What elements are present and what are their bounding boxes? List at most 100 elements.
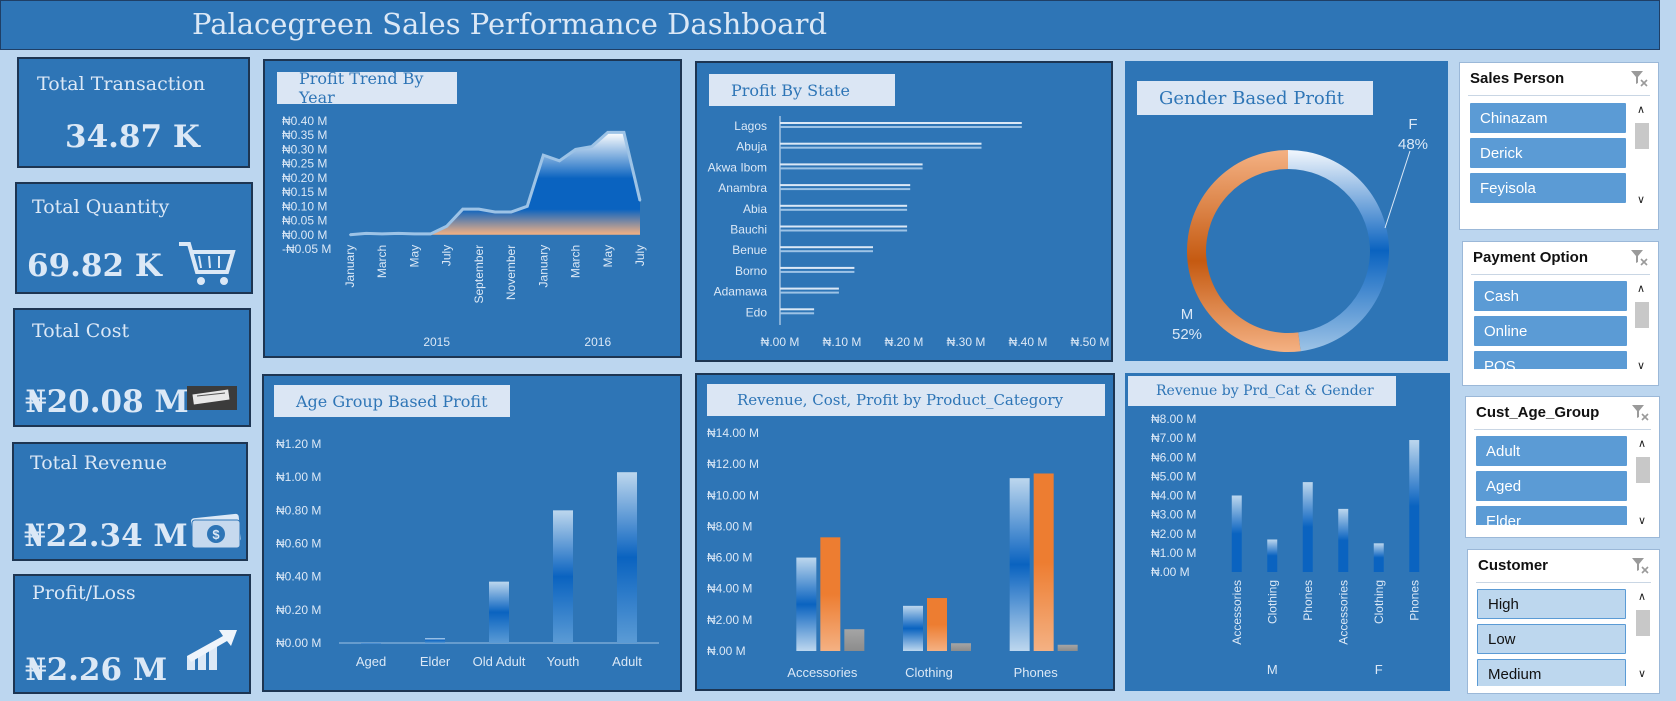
clear-filter-icon[interactable] — [1631, 403, 1649, 421]
slice-percent-label: 52% — [1172, 326, 1202, 343]
y-tick-label: ₦4.00 M — [707, 582, 752, 596]
slicer-item-feyisola[interactable]: Feyisola — [1470, 173, 1626, 203]
x-tick-label: July — [633, 245, 647, 266]
data-point — [381, 232, 384, 235]
y-tick-label: ₦0.20 M — [276, 603, 321, 617]
data-point — [397, 232, 400, 235]
slicer-sales: Sales PersonChinazamDerickFeyisolaK∧ ∨ — [1459, 62, 1659, 230]
category-label: Borno — [735, 264, 767, 278]
slicer-scrollbar[interactable]: ∧ ∨ — [1632, 101, 1652, 209]
bar — [780, 142, 982, 145]
y-tick-label: ₦7.00 M — [1151, 431, 1196, 445]
category-label: Anambra — [718, 181, 767, 195]
category-label: Accessories — [1336, 580, 1350, 645]
x-tick-label: ₦.40 M — [1009, 335, 1048, 349]
category-label: Clothing — [1265, 580, 1279, 624]
bar — [1338, 508, 1349, 572]
slicer-item-medium[interactable]: Medium — [1477, 659, 1626, 686]
clear-filter-icon[interactable] — [1631, 556, 1649, 574]
bar — [489, 581, 509, 643]
slicer-scrollbar[interactable]: ∧ ∨ — [1633, 435, 1653, 530]
bar — [951, 643, 971, 651]
kpi-label: Total Quantity — [32, 196, 170, 218]
bar-shadow — [780, 270, 855, 273]
slicer-item-online[interactable]: Online — [1474, 316, 1627, 346]
x-tick-label: ₦.00 M — [761, 335, 800, 349]
gender-profit-panel: Gender Based Profit F 48% M 52% — [1125, 61, 1448, 361]
bar — [1373, 543, 1384, 572]
slicer-item-elder[interactable]: Elder — [1476, 506, 1627, 525]
data-point — [365, 232, 368, 235]
scroll-up-icon[interactable]: ∧ — [1637, 282, 1645, 295]
data-point — [639, 199, 641, 202]
bar-shadow — [780, 188, 911, 191]
slicer-item-chinazam[interactable]: Chinazam — [1470, 103, 1626, 133]
leader-line — [1384, 150, 1411, 229]
data-point — [429, 232, 432, 235]
category-label: Clothing — [905, 665, 953, 680]
product-category-chart: ₦14.00 M ₦12.00 M ₦10.00 M ₦8.00 M ₦6.00 M ₦4… — [707, 426, 1078, 680]
slice-name-label: F — [1408, 116, 1417, 133]
data-point — [622, 131, 625, 134]
slicer-item-adult[interactable]: Adult — [1476, 436, 1627, 466]
clear-filter-icon[interactable] — [1630, 69, 1648, 87]
bar — [780, 204, 908, 207]
y-tick-label: ₦8.00 M — [1151, 412, 1196, 426]
slicer-scrollbar[interactable]: ∧ ∨ — [1633, 588, 1653, 683]
group-label: F — [1375, 662, 1383, 677]
slicer-payment: Payment Option Cash Online POS ∧ ∨ — [1462, 241, 1659, 386]
scroll-down-icon[interactable]: ∨ — [1638, 667, 1646, 680]
profit-by-state-panel: Profit By State Lagos Abuja Akwa Ibom Anamb… — [695, 61, 1113, 362]
kpi-value: ₦20.08 M — [25, 384, 189, 420]
y-tick-label: ₦0.05 M — [282, 214, 327, 228]
category-label: Accessories — [1230, 580, 1244, 645]
bar — [780, 225, 908, 228]
slicer-item-derick[interactable]: Derick — [1470, 138, 1626, 168]
x-tick-label: March — [569, 245, 583, 278]
slicer-item-high[interactable]: High — [1477, 589, 1626, 619]
slicer-item-low[interactable]: Low — [1477, 624, 1626, 654]
kpi-value: 69.82 K — [27, 248, 162, 284]
category-label: Akwa Ibom — [708, 160, 767, 174]
scroll-thumb[interactable] — [1635, 302, 1649, 328]
y-tick-label: ₦12.00 M — [707, 457, 759, 471]
donut-slice-m — [1187, 150, 1301, 352]
kpi-total-cost: Total Cost ₦20.08 M — [13, 308, 251, 427]
x-tick-label: ₦.30 M — [947, 335, 986, 349]
slicer-item-pos[interactable]: POS — [1474, 351, 1627, 369]
y-tick-label: ₦6.00 M — [707, 551, 752, 565]
data-point — [477, 208, 480, 211]
y-tick-label: ₦0.10 M — [282, 199, 327, 213]
scroll-thumb[interactable] — [1635, 123, 1649, 149]
slicer-item-aged[interactable]: Aged — [1476, 471, 1627, 501]
bar — [780, 184, 911, 187]
scroll-down-icon[interactable]: ∨ — [1637, 359, 1645, 372]
scroll-up-icon[interactable]: ∧ — [1638, 437, 1646, 450]
y-tick-label: ₦0.25 M — [282, 157, 327, 171]
scroll-up-icon[interactable]: ∧ — [1638, 590, 1646, 603]
category-label: Phones — [1014, 665, 1059, 680]
kpi-total-transaction: Total Transaction 34.87 K — [17, 57, 250, 168]
kpi-label: Total Transaction — [37, 73, 206, 95]
data-point — [606, 131, 609, 134]
y-tick-label: ₦6.00 M — [1151, 450, 1196, 464]
kpi-total-revenue: Total Revenue ₦22.34 M $ — [12, 442, 248, 561]
y-tick-label: ₦0.15 M — [282, 185, 327, 199]
scroll-down-icon[interactable]: ∨ — [1638, 514, 1646, 527]
bar — [820, 537, 841, 651]
scroll-thumb[interactable] — [1636, 457, 1650, 483]
scroll-up-icon[interactable]: ∧ — [1637, 103, 1645, 116]
scroll-thumb[interactable] — [1636, 610, 1650, 636]
x-tick-label: ₦.20 M — [885, 335, 924, 349]
y-tick-label: ₦3.00 M — [1151, 508, 1196, 522]
slicer-scrollbar[interactable]: ∧ ∨ — [1632, 280, 1652, 375]
y-tick-label: ₦0.00 M — [282, 228, 327, 242]
slicer-item-cash[interactable]: Cash — [1474, 281, 1627, 311]
bar — [927, 598, 947, 651]
clear-filter-icon[interactable] — [1630, 248, 1648, 266]
revenue-prdcat-gender-chart: ₦8.00 M ₦7.00 M ₦6.00 M ₦5.00 M ₦4.00 M ₦3.00… — [1151, 412, 1421, 677]
slicer-item-list: Cash Online POS — [1463, 242, 1630, 369]
gender-profit-chart: F 48% M 52% — [1172, 116, 1428, 352]
category-label: Adamawa — [714, 285, 768, 299]
scroll-down-icon[interactable]: ∨ — [1637, 193, 1645, 206]
